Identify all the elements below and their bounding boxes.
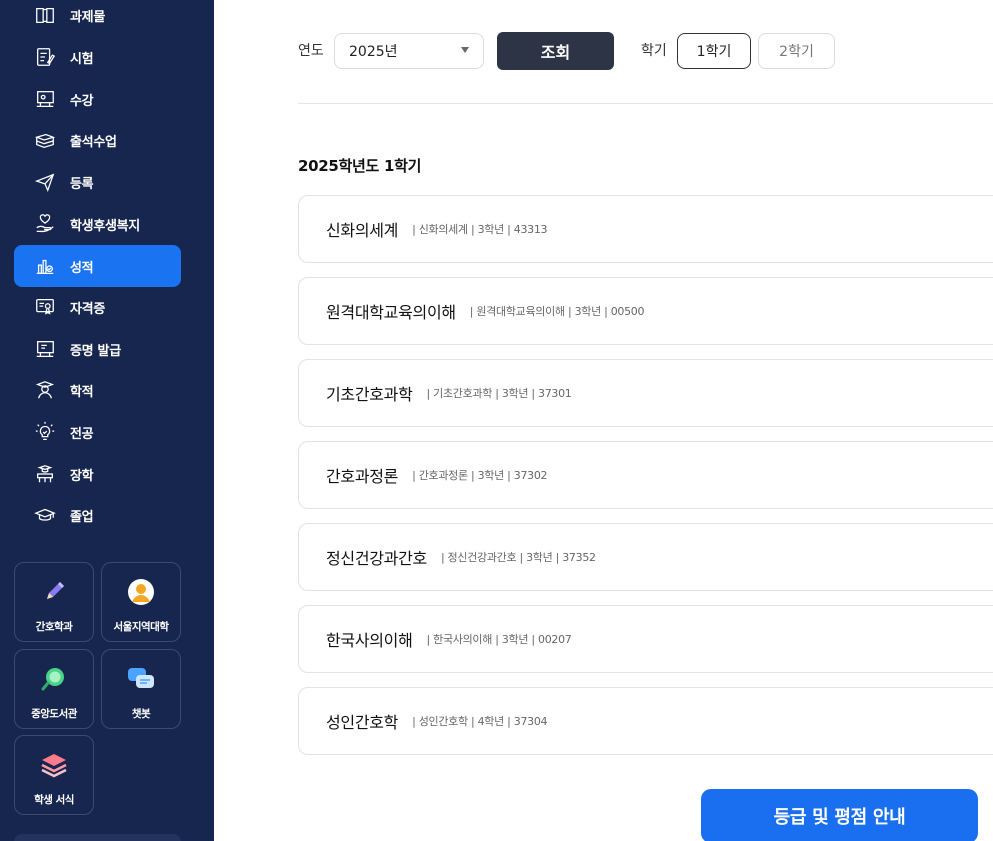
student-icon: [34, 379, 56, 401]
course-meta: | 신화의세계 | 3학년 | 43313: [412, 223, 548, 236]
grade-chart-icon: [34, 255, 56, 277]
course-name: 한국사의이해: [326, 631, 413, 650]
sidebar-item-label: 학생후생복지: [70, 218, 140, 234]
sidebar-item-welfare[interactable]: 학생후생복지: [14, 203, 181, 245]
lightbulb-icon: [34, 421, 56, 443]
sidebar-item-certificate[interactable]: 자격증: [14, 286, 181, 328]
sidebar-item-graduation[interactable]: 졸업: [14, 494, 181, 536]
course-meta: | 원격대학교육의이해 | 3학년 | 00500: [469, 305, 645, 318]
course-item[interactable]: 신화의세계 | 신화의세계 | 3학년 | 43313: [298, 195, 993, 263]
sidebar-item-exam[interactable]: 시험: [14, 36, 181, 78]
sidebar-item-label: 자격증: [70, 301, 105, 317]
sidebar: 과제물 시험 수강 출석수업 등록 학생후생복지 성적 자격증 증명 발급 학적…: [0, 0, 214, 841]
paper-plane-icon: [34, 171, 56, 193]
course-meta: | 간호과정론 | 3학년 | 37302: [412, 469, 548, 482]
sidebar-item-label: 장학: [70, 468, 94, 484]
course-item[interactable]: 정신건강과간호 | 정신건강과간호 | 3학년 | 37352: [298, 523, 993, 591]
certificate-icon: [34, 296, 56, 318]
lecture-screen-icon: [34, 88, 56, 110]
magnifier-icon: [39, 664, 69, 694]
sidebar-item-document-issue[interactable]: 증명 발급: [14, 328, 181, 370]
person-icon: [126, 577, 156, 607]
course-item[interactable]: 성인간호학 | 성인간호학 | 4학년 | 37304: [298, 687, 993, 755]
sidebar-item-label: 수강: [70, 93, 94, 109]
exam-paper-icon: [34, 46, 56, 68]
sidebar-item-assignments[interactable]: 과제물: [14, 0, 181, 36]
sidebar-bottom-item: [14, 834, 181, 841]
course-meta: | 한국사의이해 | 3학년 | 00207: [426, 633, 572, 646]
sidebar-item-label: 성적: [70, 260, 94, 276]
layers-icon: [39, 750, 69, 780]
books-stack-icon: [34, 129, 56, 151]
graduation-cap-icon: [34, 504, 56, 526]
course-item[interactable]: 기초간호과학 | 기초간호과학 | 3학년 | 37301: [298, 359, 993, 427]
sidebar-item-label: 시험: [70, 51, 94, 67]
course-name: 간호과정론: [326, 467, 399, 486]
course-meta: | 성인간호학 | 4학년 | 37304: [412, 715, 548, 728]
sidebar-item-registration[interactable]: 등록: [14, 161, 181, 203]
sidebar-item-label: 증명 발급: [70, 343, 121, 359]
sidebar-item-label: 학적: [70, 384, 94, 400]
year-select[interactable]: 2025년: [334, 33, 484, 69]
sidebar-item-label: 과제물: [70, 9, 105, 25]
course-name: 원격대학교육의이해: [326, 303, 456, 322]
search-button[interactable]: 조회: [497, 32, 614, 70]
course-name: 신화의세계: [326, 221, 399, 240]
tile-label: 서울지역대학: [113, 621, 169, 633]
tile-label: 학생 서식: [34, 794, 74, 806]
sidebar-item-label: 졸업: [70, 509, 94, 525]
sidebar-item-major[interactable]: 전공: [14, 411, 181, 453]
semester-1-button[interactable]: 1학기: [677, 33, 751, 69]
sidebar-item-label: 전공: [70, 426, 94, 442]
sidebar-item-scholarship[interactable]: 장학: [14, 453, 181, 495]
grade-guide-button[interactable]: 등급 및 평점 안내: [701, 789, 978, 841]
sidebar-item-academic-record[interactable]: 학적: [14, 369, 181, 411]
caret-down-icon: [461, 47, 469, 53]
sidebar-item-attendance-class[interactable]: 출석수업: [14, 119, 181, 161]
course-meta: | 정신건강과간호 | 3학년 | 37352: [440, 551, 596, 564]
sidebar-item-label: 출석수업: [70, 134, 117, 150]
shortcut-chatbot[interactable]: 챗봇: [101, 649, 181, 729]
course-name: 기초간호과학: [326, 385, 413, 404]
course-item[interactable]: 간호과정론 | 간호과정론 | 3학년 | 37302: [298, 441, 993, 509]
course-name: 성인간호학: [326, 713, 399, 732]
semester-label: 학기: [641, 43, 667, 59]
year-select-value: 2025년: [349, 44, 398, 60]
document-issue-icon: [34, 338, 56, 360]
shortcut-student-forms[interactable]: 학생 서식: [14, 735, 94, 815]
course-name: 정신건강과간호: [326, 549, 427, 568]
scholarship-icon: [34, 463, 56, 485]
shortcut-nursing-dept[interactable]: 간호학과: [14, 562, 94, 642]
tile-label: 간호학과: [35, 621, 73, 633]
chat-bubbles-icon: [126, 664, 156, 694]
sidebar-item-grades[interactable]: 성적: [14, 245, 181, 287]
book-icon: [34, 4, 56, 26]
sidebar-item-enrollment[interactable]: 수강: [14, 78, 181, 120]
course-meta: | 기초간호과학 | 3학년 | 37301: [426, 387, 572, 400]
tile-label: 중앙도서관: [31, 708, 77, 720]
year-label: 연도: [298, 43, 324, 59]
course-item[interactable]: 원격대학교육의이해 | 원격대학교육의이해 | 3학년 | 00500: [298, 277, 993, 345]
divider: [298, 103, 993, 104]
semester-2-button[interactable]: 2학기: [758, 33, 835, 69]
course-item[interactable]: 한국사의이해 | 한국사의이해 | 3학년 | 00207: [298, 605, 993, 673]
shortcut-central-library[interactable]: 중앙도서관: [14, 649, 94, 729]
section-title: 2025학년도 1학기: [298, 157, 422, 175]
shortcut-seoul-regional-campus[interactable]: 서울지역대학: [101, 562, 181, 642]
pen-icon: [39, 577, 69, 607]
sidebar-item-label: 등록: [70, 176, 94, 192]
hand-heart-icon: [34, 213, 56, 235]
tile-label: 챗봇: [131, 708, 151, 720]
